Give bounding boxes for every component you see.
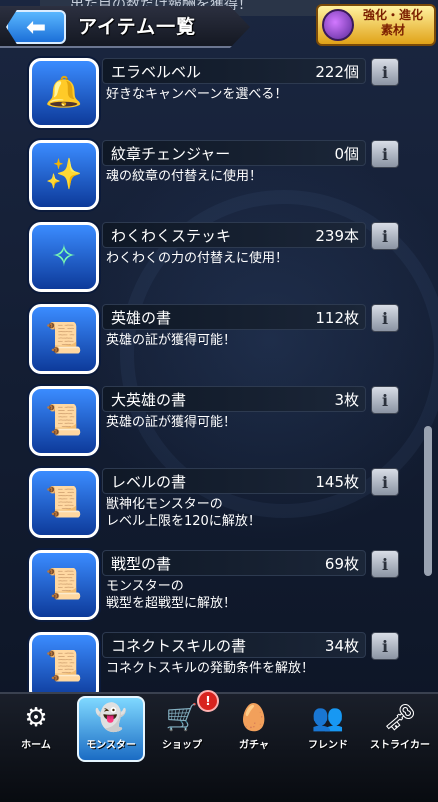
info-icon: i [381, 554, 389, 574]
friends-icon: 👥 [311, 703, 345, 733]
bell-icon: 🔔 [29, 58, 99, 128]
item-description: 獣神化モンスターの レベル上限を120に解放！ [106, 497, 261, 529]
info-button[interactable]: i [371, 550, 399, 578]
item-name: レベルの書 [111, 473, 187, 491]
info-button[interactable]: i [371, 632, 399, 660]
item-name-bar: 紋章チェンジャー 0個 [102, 140, 366, 166]
item-count: 0個 [334, 145, 359, 163]
list-item[interactable]: ✧ わくわくステッキ 239本 i わくわくの力の付替えに使用！ [0, 218, 438, 300]
item-count: 3枚 [334, 391, 359, 409]
home-icon: ⚙ [24, 703, 48, 733]
scroll-icon: 📜 [29, 468, 99, 538]
nav-friend[interactable]: 👥 フレンド [296, 698, 360, 762]
item-name: 英雄の書 [111, 309, 172, 327]
item-name: わくわくステッキ [111, 227, 232, 245]
back-arrow-icon: ⬅ [25, 13, 47, 41]
info-button[interactable]: i [371, 304, 399, 332]
scroll-icon: 📜 [29, 550, 99, 620]
info-icon: i [381, 308, 389, 328]
list-item[interactable]: 📜 大英雄の書 3枚 i 英雄の証が獲得可能！ [0, 382, 438, 464]
striker-card-icon: 🗝 [383, 703, 417, 733]
monster-icon: 👻 [94, 703, 128, 733]
item-description: モンスターの 戦型を超戦型に解放！ [106, 579, 237, 611]
list-item[interactable]: 📜 英雄の書 112枚 i 英雄の証が獲得可能！ [0, 300, 438, 382]
nav-label: モンスター [86, 740, 136, 751]
item-description: 魂の紋章の付替えに使用！ [106, 169, 263, 184]
info-button[interactable]: i [371, 386, 399, 414]
info-icon: i [381, 226, 389, 246]
item-name-bar: 戦型の書 69枚 [102, 550, 366, 576]
gacha-egg-icon: 🥚 [237, 703, 271, 733]
evolution-material-icon [322, 9, 354, 41]
item-list[interactable]: 🔔 エラベルベル 222個 i 好きなキャンペーンを選べる！ ✨ 紋章チェンジャ… [0, 50, 438, 692]
list-item[interactable]: 🔔 エラベルベル 222個 i 好きなキャンペーンを選べる！ [0, 54, 438, 136]
info-icon: i [381, 472, 389, 492]
list-item[interactable]: 📜 戦型の書 69枚 i モンスターの 戦型を超戦型に解放！ [0, 546, 438, 628]
item-name-bar: レベルの書 145枚 [102, 468, 366, 494]
scroll-icon: 📜 [29, 632, 99, 692]
nav-home[interactable]: ⚙ ホーム [4, 698, 68, 762]
item-name-bar: わくわくステッキ 239本 [102, 222, 366, 248]
list-item[interactable]: 📜 レベルの書 145枚 i 獣神化モンスターの レベル上限を120に解放！ [0, 464, 438, 546]
item-name: 戦型の書 [111, 555, 172, 573]
item-description: 好きなキャンペーンを選べる！ [106, 87, 288, 102]
bottom-nav: ⚙ ホーム 👻 モンスター 🛒 ショップ ! 🥚 ガチャ 👥 フレンド 🗝 スト… [0, 690, 438, 802]
nav-label: ストライカー [370, 740, 430, 751]
notification-badge: ! [197, 690, 219, 712]
item-count: 112枚 [315, 309, 359, 327]
item-count: 239本 [315, 227, 359, 245]
nav-label: ショップ [162, 740, 202, 751]
info-button[interactable]: i [371, 140, 399, 168]
shop-cart-icon: 🛒 [165, 703, 199, 733]
item-name: エラベルベル [111, 63, 202, 81]
list-item[interactable]: 📜 コネクトスキルの書 34枚 i コネクトスキルの発動条件を解放！ [0, 628, 438, 692]
header: 出た目の数だけ報酬を獲得！ ⬅ アイテム一覧 強化・進化 素材 [0, 0, 438, 50]
item-count: 145枚 [315, 473, 359, 491]
emblem-changer-icon: ✨ [29, 140, 99, 210]
item-count: 222個 [315, 63, 359, 81]
evolution-materials-button[interactable]: 強化・進化 素材 [316, 4, 436, 46]
scroll-icon: 📜 [29, 304, 99, 374]
item-description: 英雄の証が獲得可能！ [106, 415, 237, 430]
item-count: 34枚 [324, 637, 359, 655]
info-icon: i [381, 390, 389, 410]
nav-striker[interactable]: 🗝 ストライカー [368, 698, 432, 762]
list-item[interactable]: ✨ 紋章チェンジャー 0個 i 魂の紋章の付替えに使用！ [0, 136, 438, 218]
item-name-bar: 大英雄の書 3枚 [102, 386, 366, 412]
info-icon: i [381, 636, 389, 656]
nav-label: ホーム [21, 740, 51, 751]
info-icon: i [381, 144, 389, 164]
item-name: 大英雄の書 [111, 391, 187, 409]
nav-monster[interactable]: 👻 モンスター [77, 696, 145, 762]
item-name-bar: コネクトスキルの書 34枚 [102, 632, 366, 658]
magic-stick-icon: ✧ [29, 222, 99, 292]
scrollbar[interactable] [424, 426, 432, 576]
item-description: わくわくの力の付替えに使用！ [106, 251, 289, 266]
info-button[interactable]: i [371, 58, 399, 86]
item-name: コネクトスキルの書 [111, 637, 247, 655]
item-name: 紋章チェンジャー [111, 145, 231, 163]
scroll-icon: 📜 [29, 386, 99, 456]
item-description: 英雄の証が獲得可能！ [106, 333, 237, 348]
nav-label: フレンド [308, 740, 348, 751]
back-button[interactable]: ⬅ [6, 10, 66, 44]
item-name-bar: 英雄の書 112枚 [102, 304, 366, 330]
nav-label: ガチャ [239, 740, 269, 751]
nav-gacha[interactable]: 🥚 ガチャ [222, 698, 286, 762]
info-button[interactable]: i [371, 468, 399, 496]
item-count: 69枚 [324, 555, 359, 573]
evolution-materials-label: 強化・進化 素材 [362, 8, 423, 37]
info-button[interactable]: i [371, 222, 399, 250]
item-name-bar: エラベルベル 222個 [102, 58, 366, 84]
info-icon: i [381, 62, 389, 82]
page-title: アイテム一覧 [78, 16, 197, 38]
item-description: コネクトスキルの発動条件を解放！ [106, 661, 315, 676]
